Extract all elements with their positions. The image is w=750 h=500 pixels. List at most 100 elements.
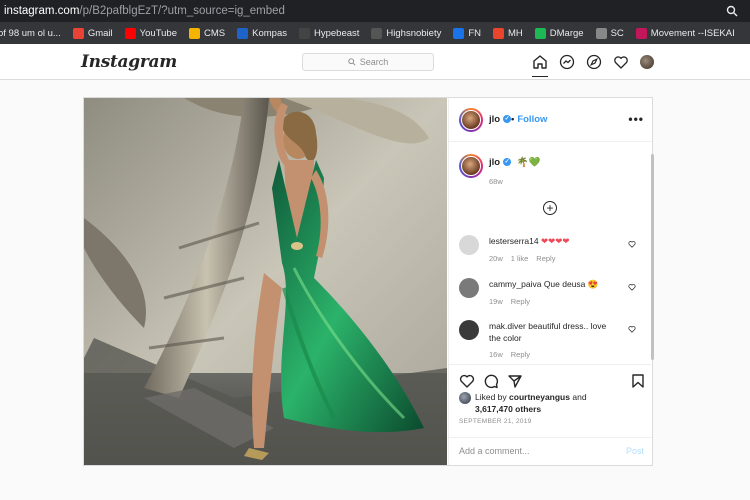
search-input[interactable]: Search (302, 53, 434, 71)
bookmark-mh[interactable]: MH (493, 27, 523, 39)
likes-summary[interactable]: Liked by courtneyangus and 3,617,470 oth… (475, 391, 645, 415)
search-placeholder: Search (359, 57, 389, 67)
bookmark-label: Gmail (87, 27, 113, 39)
follow-button[interactable]: • Follow (511, 114, 547, 125)
bookmark-label: of 98 um ol u... (0, 27, 61, 39)
dmarge-icon (534, 27, 546, 39)
messenger-icon[interactable] (559, 54, 575, 70)
comment-username[interactable]: cammy_paiva (489, 279, 541, 289)
bookmarks-bar: of 98 um ol u... Gmail YouTube CMS Kompas Hyp… (0, 22, 750, 44)
comment-username[interactable]: lesterserra14 (489, 236, 539, 246)
bookmark-label: Kompas (252, 27, 287, 39)
post-actions: Liked by courtneyangus and 3,617,470 oth… (449, 364, 654, 465)
home-icon[interactable] (532, 54, 548, 77)
bookmark-label: SC (610, 27, 624, 39)
hypebeast-icon (298, 27, 310, 39)
caption-timestamp[interactable]: 68w (489, 177, 503, 186)
instagram-header: Instagram Search (0, 44, 750, 80)
caption-avatar[interactable] (459, 154, 483, 178)
more-options-icon[interactable]: ••• (628, 112, 644, 126)
kompas-icon (237, 27, 249, 39)
like-heart-icon[interactable] (459, 373, 475, 389)
search-icon[interactable] (726, 5, 738, 17)
verified-badge-icon: ✓ (503, 115, 512, 124)
bookmark-label: Highsnobiety (386, 27, 442, 39)
post-sidebar: jlo ✓ • Follow ••• jlo ✓ 🌴💚 68w + lesterser… (448, 98, 654, 465)
bookmark-hypebeast[interactable]: Hypebeast (298, 27, 360, 39)
activity-heart-icon[interactable] (613, 54, 629, 70)
like-comment-heart-icon[interactable] (628, 283, 636, 291)
isekai-icon (635, 27, 647, 39)
bookmark-label: FN (468, 27, 481, 39)
caption-username[interactable]: jlo ✓ 🌴💚 (489, 157, 540, 168)
author-username[interactable]: jlo ✓ (489, 114, 512, 125)
bookmark-dmarge[interactable]: DMarge (534, 27, 584, 39)
comment-meta: 19w Reply (489, 297, 530, 306)
cms-icon (189, 27, 200, 39)
comments-section[interactable]: jlo ✓ 🌴💚 68w + lesterserra14 ❤❤❤❤ 20w 1 li… (449, 143, 654, 363)
bookmark-item[interactable]: of 98 um ol u... (0, 28, 61, 39)
fn-icon (453, 27, 465, 39)
commenter-avatar[interactable] (459, 235, 479, 255)
youtube-icon (124, 27, 136, 39)
profile-avatar[interactable] (640, 54, 656, 70)
bookmark-isekai[interactable]: Movement --ISEKAI (635, 27, 735, 39)
comment-meta: 16w Reply (489, 350, 530, 359)
comment-text: mak.diver beautiful dress.. love the col… (489, 321, 607, 343)
url-host: instagram.com (4, 5, 80, 17)
bookmark-label: Hypebeast (313, 27, 360, 39)
bookmark-kompas[interactable]: Kompas (237, 27, 287, 39)
author-avatar[interactable] (459, 108, 483, 132)
gmail-icon (72, 27, 84, 39)
liker-username[interactable]: courtneyangus (509, 392, 570, 402)
bookmark-label: CMS (204, 27, 226, 39)
share-icon[interactable] (507, 373, 523, 389)
like-comment-heart-icon[interactable] (628, 240, 636, 248)
bookmark-label: MH (508, 27, 523, 39)
highsnobiety-icon (371, 27, 383, 39)
bookmark-label: YouTube (139, 27, 177, 39)
comments-scrollbar[interactable] (651, 154, 654, 360)
post-date[interactable]: SEPTEMBER 21, 2019 (459, 418, 532, 425)
commenter-avatar[interactable] (459, 320, 479, 340)
bookmark-fn[interactable]: FN (453, 27, 481, 39)
comment-icon[interactable] (483, 373, 499, 389)
comment-text: cammy_paiva Que deusa 😍 (489, 279, 599, 289)
bookmark-cms[interactable]: CMS (189, 27, 226, 39)
add-comment-bar: Add a comment... Post (449, 437, 654, 466)
save-bookmark-icon[interactable] (630, 373, 646, 389)
post-image (84, 98, 447, 465)
commenter-avatar[interactable] (459, 278, 479, 298)
bookmark-sc[interactable]: SC (595, 27, 624, 39)
reply-link[interactable]: Reply (536, 254, 555, 263)
comment-meta: 20w 1 like Reply (489, 254, 556, 263)
explore-icon[interactable] (586, 54, 602, 70)
like-comment-heart-icon[interactable] (628, 325, 636, 333)
liker-avatar[interactable] (459, 392, 471, 404)
browser-url-bar[interactable]: instagram.com/p/B2pafblgEzT/?utm_source=… (0, 0, 750, 22)
bookmark-highsnobiety[interactable]: Highsnobiety (371, 27, 442, 39)
likes-count[interactable]: 3,617,470 others (475, 404, 541, 414)
comment-text: lesterserra14 ❤❤❤❤ (489, 236, 570, 246)
comment-username[interactable]: mak.diver (489, 321, 526, 331)
post-header: jlo ✓ • Follow ••• (449, 98, 654, 142)
bookmark-gmail[interactable]: Gmail (72, 27, 113, 39)
post-card: jlo ✓ • Follow ••• jlo ✓ 🌴💚 68w + lesterser… (83, 97, 654, 466)
load-more-comments-icon[interactable]: + (543, 201, 557, 215)
add-comment-input[interactable]: Add a comment... (459, 446, 530, 456)
instagram-logo[interactable]: Instagram (81, 52, 177, 72)
mh-icon (493, 27, 504, 39)
search-icon (348, 58, 356, 66)
verified-badge-icon: ✓ (503, 158, 512, 167)
reply-link[interactable]: Reply (511, 350, 530, 359)
caption-text: 🌴💚 (516, 157, 541, 168)
url-text[interactable]: instagram.com/p/B2pafblgEzT/?utm_source=… (4, 5, 285, 17)
post-comment-button[interactable]: Post (626, 446, 644, 456)
bookmark-label: DMarge (549, 27, 584, 39)
bookmark-youtube[interactable]: YouTube (124, 27, 177, 39)
reply-link[interactable]: Reply (511, 297, 530, 306)
sc-icon (595, 27, 607, 39)
url-path: /p/B2pafblgEzT/?utm_source=ig_embed (79, 5, 285, 17)
bookmark-label: Movement --ISEKAI (650, 27, 735, 39)
post-photo[interactable] (84, 98, 447, 465)
